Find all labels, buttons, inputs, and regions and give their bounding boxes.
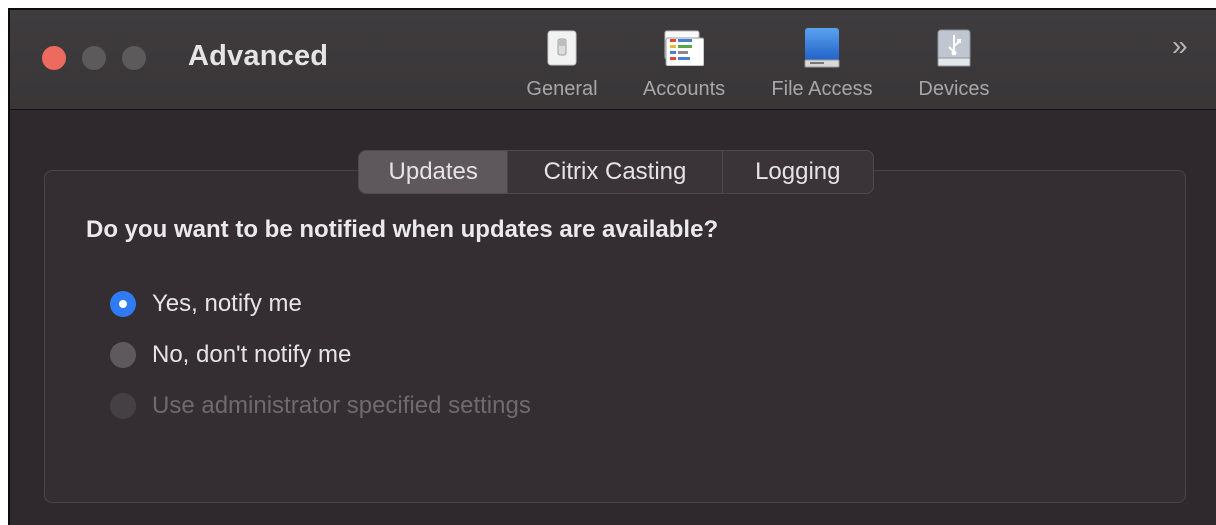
radio-option-admin: Use administrator specified settings bbox=[110, 392, 531, 420]
zoom-button[interactable] bbox=[122, 46, 146, 70]
radio-button-yes[interactable] bbox=[110, 291, 136, 317]
window-title: Advanced bbox=[188, 40, 329, 72]
radio-button-no[interactable] bbox=[110, 342, 136, 368]
toolbar-item-general[interactable]: General bbox=[516, 10, 608, 110]
close-button[interactable] bbox=[42, 46, 66, 70]
tab-segmented-control: Updates Citrix Casting Logging bbox=[358, 150, 874, 194]
updates-question: Do you want to be notified when updates … bbox=[86, 216, 719, 243]
usb-icon bbox=[934, 26, 974, 70]
radio-label-no: No, don't notify me bbox=[152, 341, 352, 368]
toolbar-item-devices[interactable]: Devices bbox=[906, 10, 1002, 110]
toolbar-label-devices: Devices bbox=[918, 78, 990, 100]
radio-option-yes[interactable]: Yes, notify me bbox=[110, 290, 302, 318]
radio-label-admin: Use administrator specified settings bbox=[152, 392, 531, 419]
preferences-window: Advanced General Accounts File Access De… bbox=[8, 8, 1216, 525]
toolbar-label-file-access: File Access bbox=[771, 78, 873, 100]
radio-button-admin bbox=[110, 393, 136, 419]
minimize-button[interactable] bbox=[82, 46, 106, 70]
toolbar-label-general: General bbox=[526, 78, 598, 100]
switch-icon bbox=[542, 26, 582, 70]
tab-updates[interactable]: Updates bbox=[359, 151, 509, 193]
toolbar-overflow-chevron-icon[interactable]: » bbox=[1172, 32, 1202, 62]
accounts-icon bbox=[664, 26, 704, 70]
toolbar: Advanced General Accounts File Access De… bbox=[10, 10, 1216, 110]
tab-citrix-casting[interactable]: Citrix Casting bbox=[508, 151, 721, 193]
toolbar-item-accounts[interactable]: Accounts bbox=[630, 10, 738, 110]
drive-icon bbox=[802, 26, 842, 70]
toolbar-item-file-access[interactable]: File Access bbox=[758, 10, 886, 110]
radio-option-no[interactable]: No, don't notify me bbox=[110, 341, 351, 369]
tab-logging[interactable]: Logging bbox=[721, 151, 873, 193]
toolbar-label-accounts: Accounts bbox=[642, 78, 726, 100]
radio-label-yes: Yes, notify me bbox=[152, 290, 302, 317]
